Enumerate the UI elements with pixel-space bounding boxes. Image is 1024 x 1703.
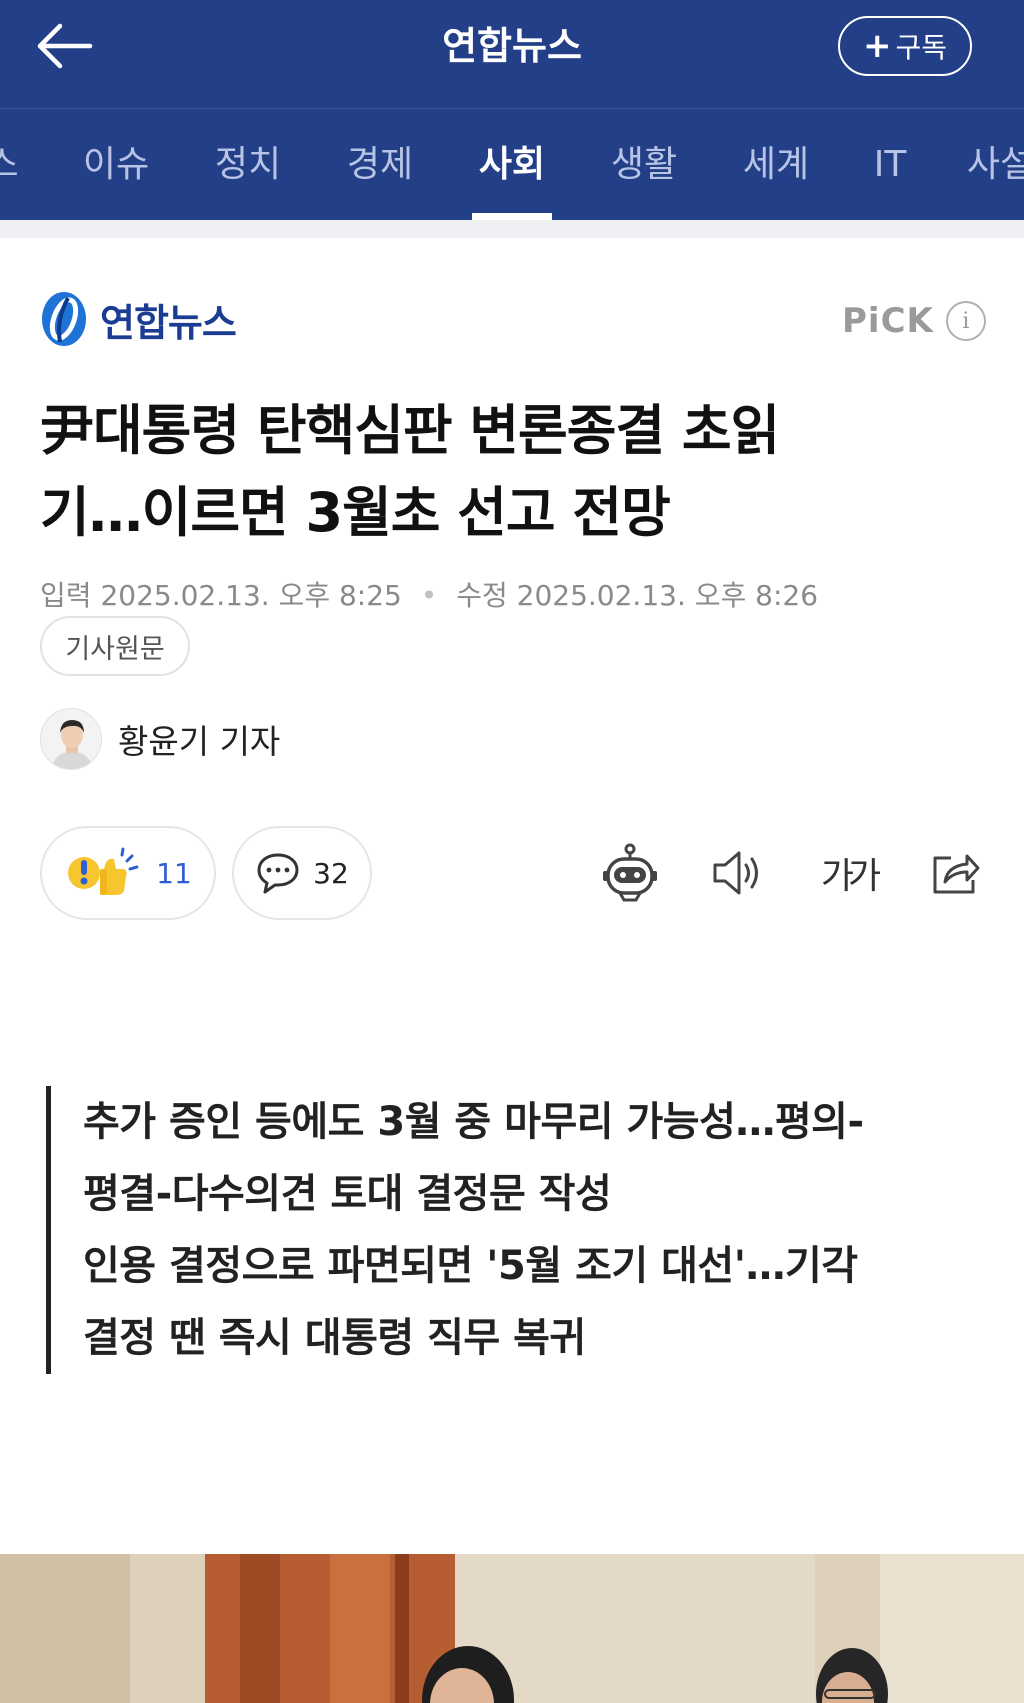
tab-it[interactable]: IT	[874, 109, 907, 220]
comment-count: 32	[313, 856, 349, 890]
tab-life[interactable]: 생활	[611, 109, 677, 220]
press-name: 연합뉴스	[100, 300, 237, 345]
press-photo-image	[0, 1554, 1024, 1703]
pick-badge[interactable]: PiCK i	[842, 298, 986, 344]
speaker-icon	[713, 851, 758, 895]
tab-politics[interactable]: 정치	[215, 109, 281, 220]
summary-line-3: 인용 결정으로 파면되면 '5월 조기 대선'…기각	[83, 1243, 858, 1289]
font-size-button[interactable]: 가가	[808, 836, 888, 910]
reporter-avatar	[40, 708, 102, 770]
tab-editorial[interactable]: 사설	[967, 109, 1024, 220]
article-photo[interactable]	[0, 1554, 1024, 1703]
reaction-emoji-icon	[68, 847, 139, 895]
back-arrow-icon	[37, 23, 93, 69]
article-summary: 추가 증인 등에도 3월 중 마무리 가능성…평의- 평결-다수의견 토대 결정…	[46, 1086, 946, 1374]
reporter-portrait-icon	[41, 709, 101, 769]
yonhap-logo-icon	[42, 292, 86, 346]
reaction-button[interactable]: 11	[40, 826, 216, 920]
dot-separator: •	[420, 579, 438, 612]
summary-line-2: 평결-다수의견 토대 결정문 작성	[83, 1171, 612, 1217]
press-logo[interactable]: 연합뉴스	[38, 288, 237, 350]
summary-line-4: 결정 땐 즉시 대통령 직무 복귀	[83, 1315, 586, 1361]
active-tab-indicator	[472, 213, 552, 220]
reaction-count: 11	[156, 856, 192, 890]
headline-line-1: 尹대통령 탄핵심판 변론종결 초읽	[40, 399, 780, 462]
font-size-label: 가가	[820, 856, 881, 897]
robot-icon	[603, 843, 657, 902]
audio-read-button[interactable]	[702, 836, 772, 910]
subscribe-button[interactable]: + 구독	[838, 16, 972, 76]
original-article-button[interactable]: 기사원문	[40, 616, 190, 676]
tab-sports[interactable]: 스	[0, 109, 19, 220]
input-label: 입력	[40, 579, 92, 612]
tab-society[interactable]: 사회	[479, 109, 545, 220]
back-button[interactable]	[34, 18, 104, 74]
top-bar: 연합뉴스 + 구독	[0, 0, 1024, 108]
share-button[interactable]	[920, 836, 990, 910]
info-icon[interactable]: i	[945, 301, 986, 341]
summary-line-1: 추가 증인 등에도 3월 중 마무리 가능성…평의-	[83, 1099, 864, 1145]
comment-button[interactable]: 32	[232, 826, 372, 920]
article-dateline: 입력 2025.02.13. 오후 8:25 • 수정 2025.02.13. …	[40, 574, 818, 614]
comment-icon	[257, 853, 299, 894]
category-tabs: 스 이슈 정치 경제 사회 생활 세계 IT 사설	[0, 108, 1024, 220]
modified-label: 수정	[456, 579, 508, 612]
plus-icon: +	[862, 26, 892, 66]
section-divider	[0, 220, 1024, 238]
tab-issue[interactable]: 이슈	[83, 109, 149, 220]
modified-date: 2025.02.13. 오후 8:26	[516, 579, 819, 612]
pick-label: PiCK	[842, 301, 934, 341]
headline-line-2: 기…이르면 3월초 선고 전망	[40, 481, 671, 544]
input-date: 2025.02.13. 오후 8:25	[100, 579, 402, 612]
tab-world[interactable]: 세계	[743, 109, 809, 220]
reporter-name: 황윤기 기자	[118, 722, 281, 761]
article-headline: 尹대통령 탄핵심판 변론종결 초읽 기…이르면 3월초 선고 전망	[40, 390, 980, 554]
tab-economy[interactable]: 경제	[347, 109, 413, 220]
subscribe-label: 구독	[895, 31, 948, 64]
reporter-info[interactable]: 황윤기 기자	[40, 708, 280, 770]
share-icon	[933, 854, 980, 894]
summary-bot-button[interactable]	[595, 836, 665, 910]
